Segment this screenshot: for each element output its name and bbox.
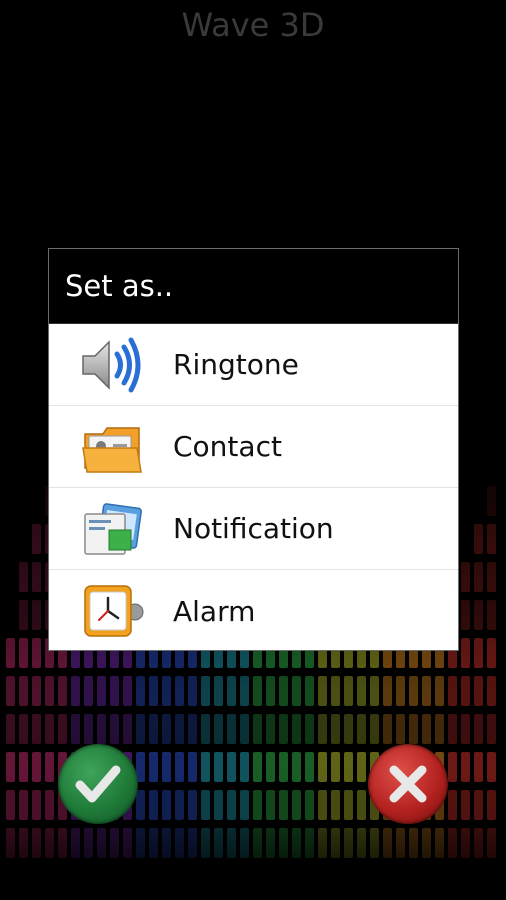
set-as-dialog: Set as.. Ringtone Contact Notification A… bbox=[48, 248, 459, 651]
speaker-icon bbox=[77, 330, 147, 400]
option-alarm[interactable]: Alarm bbox=[49, 570, 458, 652]
dialog-header: Set as.. bbox=[49, 249, 458, 324]
option-label: Ringtone bbox=[173, 348, 299, 381]
option-ringtone[interactable]: Ringtone bbox=[49, 324, 458, 406]
checkmark-icon bbox=[75, 765, 121, 803]
dialog-title: Set as.. bbox=[65, 269, 174, 303]
option-label: Notification bbox=[173, 512, 334, 545]
notification-icon bbox=[77, 494, 147, 564]
app-title: Wave 3D bbox=[181, 6, 325, 44]
option-label: Alarm bbox=[173, 594, 256, 628]
option-label: Contact bbox=[173, 430, 282, 463]
cancel-button[interactable] bbox=[368, 744, 448, 824]
option-contact[interactable]: Contact bbox=[49, 406, 458, 488]
close-x-icon bbox=[389, 765, 427, 803]
confirm-button[interactable] bbox=[58, 744, 138, 824]
contact-card-icon bbox=[77, 412, 147, 482]
option-notification[interactable]: Notification bbox=[49, 488, 458, 570]
alarm-clock-icon bbox=[77, 576, 147, 646]
